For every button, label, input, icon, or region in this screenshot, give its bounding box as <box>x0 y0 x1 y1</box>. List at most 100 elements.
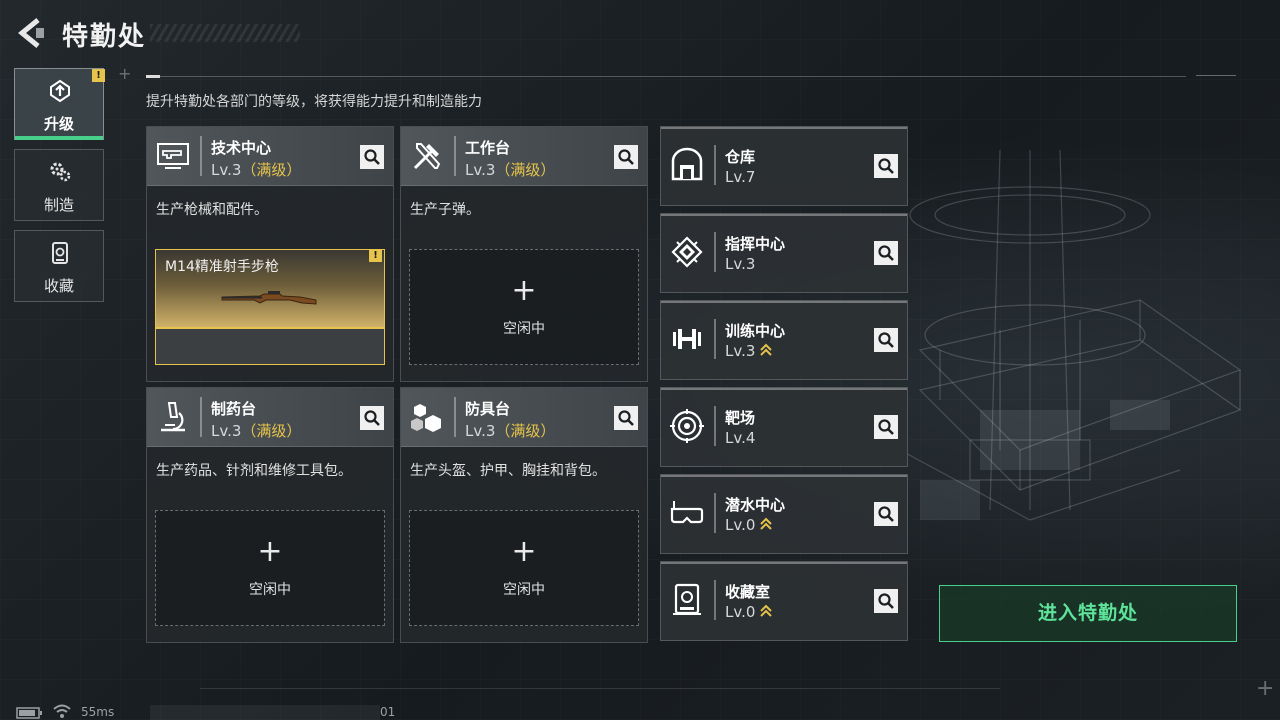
room-separator <box>714 232 716 272</box>
magnifier-icon[interactable] <box>874 154 898 178</box>
room-training-center[interactable]: 训练中心 Lv.3 <box>660 300 908 380</box>
wifi-icon <box>53 704 71 718</box>
back-arrow-icon[interactable] <box>14 16 48 50</box>
magnifier-icon[interactable] <box>874 415 898 439</box>
facility-name: 制药台 <box>211 400 257 418</box>
production-slot[interactable]: M14精准射手步枪 ! <box>155 249 385 365</box>
base-wireframe-illustration <box>899 150 1242 521</box>
page-title: 特勤处 <box>62 22 147 52</box>
level-value: Lv.0 <box>725 603 756 621</box>
title-hatch-decoration <box>150 24 300 42</box>
max-level-tag: （满级） <box>241 161 302 179</box>
facility-level: Lv.3（满级） <box>211 420 301 441</box>
enter-special-ops-button[interactable]: 进入特勤处 <box>939 585 1237 642</box>
room-level: Lv.3 <box>725 255 756 273</box>
empty-production-slot[interactable]: + 空闲中 <box>155 510 385 626</box>
facility-name: 技术中心 <box>211 139 272 157</box>
facility-name: 工作台 <box>465 139 511 157</box>
chip-icon <box>671 236 703 268</box>
collection-room-icon <box>673 583 701 615</box>
room-shooting-range[interactable]: 靶场 Lv.4 <box>660 387 908 467</box>
magnifier-icon[interactable] <box>360 145 384 169</box>
diving-mask-icon <box>670 501 704 524</box>
room-separator <box>714 406 716 446</box>
dumbbell-icon <box>673 329 701 349</box>
facility-card-armor-bench: 防具台 Lv.3（满级） 生产头盔、护甲、胸挂和背包。 + 空闲中 <box>400 387 648 643</box>
max-level-tag: （满级） <box>241 422 302 440</box>
level-value: Lv.3 <box>465 422 496 440</box>
room-level: Lv.0 <box>725 516 773 534</box>
level-value: Lv.3 <box>211 422 242 440</box>
bottom-track-decoration <box>200 688 1000 689</box>
magnifier-icon[interactable] <box>874 589 898 613</box>
card-header: 防具台 Lv.3（满级） <box>401 388 647 447</box>
tab-upgrade-label: 升级 <box>43 115 74 133</box>
level-value: Lv.0 <box>725 516 756 534</box>
facility-card-tech-center: 技术中心 Lv.3（满级） 生产枪械和配件。 M14精准射手步枪 ! <box>146 126 394 382</box>
max-level-tag: （满级） <box>495 422 556 440</box>
empty-production-slot[interactable]: + 空闲中 <box>409 510 639 626</box>
page-subtitle: 提升特勤处各部门的等级，将获得能力提升和制造能力 <box>146 94 482 110</box>
armor-cubes-icon <box>411 404 441 432</box>
room-separator <box>714 580 716 620</box>
rifle-icon <box>221 291 317 305</box>
room-level: Lv.4 <box>725 429 756 447</box>
alert-badge: ! <box>92 69 105 82</box>
header-separator <box>454 397 456 437</box>
upgrade-icon <box>50 79 70 103</box>
room-separator <box>714 319 716 359</box>
level-value: Lv.3 <box>465 161 496 179</box>
slot-status: 空闲中 <box>503 582 545 598</box>
upgrade-available-icon <box>760 343 773 356</box>
room-level: Lv.7 <box>725 168 756 186</box>
alert-badge: ! <box>369 250 382 262</box>
tab-craft[interactable]: 制造 <box>14 149 104 221</box>
battery-icon <box>16 707 42 719</box>
magnifier-icon[interactable] <box>874 328 898 352</box>
room-separator <box>714 493 716 533</box>
monitor-gun-icon <box>157 143 189 169</box>
header-separator <box>454 136 456 176</box>
magnifier-icon[interactable] <box>874 241 898 265</box>
room-command-center[interactable]: 指挥中心 Lv.3 <box>660 213 908 293</box>
header-divider <box>146 75 1186 78</box>
room-diving-center[interactable]: 潜水中心 Lv.0 <box>660 474 908 554</box>
header-separator <box>200 397 202 437</box>
card-header: 技术中心 Lv.3（满级） <box>147 127 393 186</box>
add-plus-icon: + <box>511 534 537 569</box>
facility-description: 生产头盔、护甲、胸挂和背包。 <box>410 463 606 479</box>
room-separator <box>714 145 716 185</box>
magnifier-icon[interactable] <box>614 145 638 169</box>
ping-readout: 55ms <box>81 705 115 719</box>
room-name: 靶场 <box>725 409 756 427</box>
room-name: 收藏室 <box>725 583 771 601</box>
corner-cross-decoration: + <box>118 64 132 83</box>
magnifier-icon[interactable] <box>614 406 638 430</box>
room-name: 潜水中心 <box>725 496 786 514</box>
facility-card-workbench: 工作台 Lv.3（满级） 生产子弹。 + 空闲中 <box>400 126 648 382</box>
facility-description: 生产药品、针剂和维修工具包。 <box>156 463 352 479</box>
tab-collection[interactable]: 收藏 <box>14 230 104 302</box>
max-level-tag: （满级） <box>495 161 556 179</box>
magnifier-icon[interactable] <box>874 502 898 526</box>
facility-name: 防具台 <box>465 400 511 418</box>
room-name: 仓库 <box>725 148 756 166</box>
production-item-name: M14精准射手步枪 <box>165 259 279 275</box>
target-icon <box>670 409 704 443</box>
tools-icon <box>413 143 441 170</box>
card-header: 工作台 Lv.3（满级） <box>401 127 647 186</box>
warehouse-icon <box>671 147 703 181</box>
room-warehouse[interactable]: 仓库 Lv.7 <box>660 126 908 206</box>
tab-craft-label: 制造 <box>43 196 74 214</box>
room-collection-room[interactable]: 收藏室 Lv.0 <box>660 561 908 641</box>
tab-collection-label: 收藏 <box>43 277 74 295</box>
tab-upgrade[interactable]: 升级 ! <box>14 68 105 140</box>
slot-status: 空闲中 <box>503 321 545 337</box>
facility-card-pharmacy: 制药台 Lv.3（满级） 生产药品、针剂和维修工具包。 + 空闲中 <box>146 387 394 643</box>
magnifier-icon[interactable] <box>360 406 384 430</box>
slot-status: 空闲中 <box>249 582 291 598</box>
uid-tail: 01 <box>380 705 396 719</box>
empty-production-slot[interactable]: + 空闲中 <box>409 249 639 365</box>
level-value: Lv.3 <box>725 342 756 360</box>
facility-description: 生产子弹。 <box>410 202 480 218</box>
